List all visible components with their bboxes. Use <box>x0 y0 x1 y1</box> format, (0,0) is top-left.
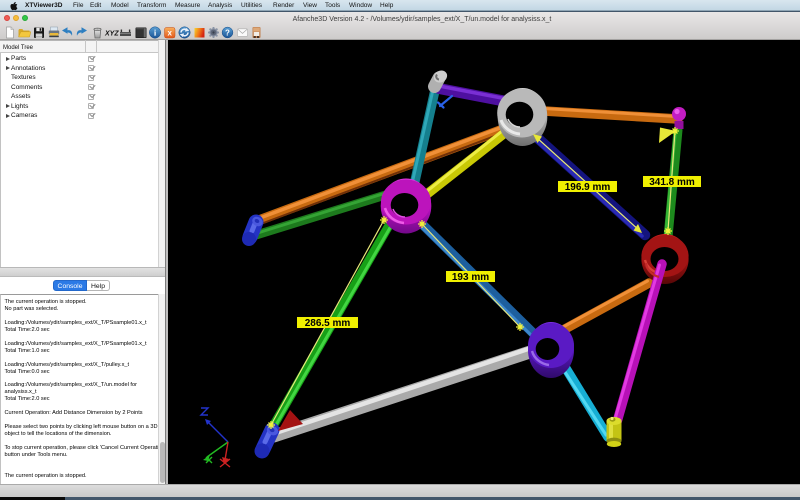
svg-text:XYZ: XYZ <box>104 31 119 38</box>
svg-text:193 mm: 193 mm <box>452 272 489 283</box>
svg-text:286.5 mm: 286.5 mm <box>305 318 351 329</box>
svg-text:?: ? <box>225 28 230 37</box>
svg-text:341.8 mm: 341.8 mm <box>649 177 695 188</box>
svg-text:x: x <box>167 29 172 38</box>
svg-text:196.9 mm: 196.9 mm <box>565 182 611 193</box>
